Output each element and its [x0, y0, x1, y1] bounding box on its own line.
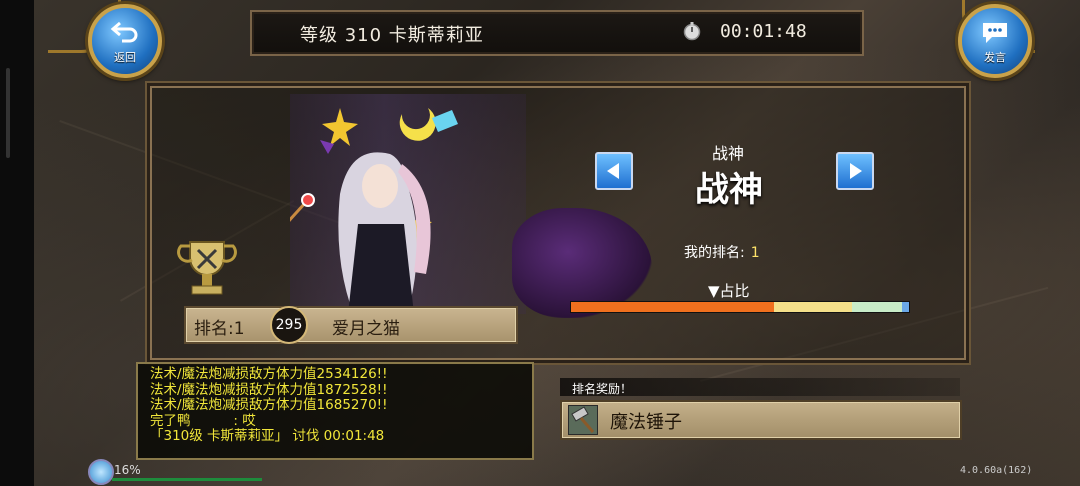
- trophy-icon: [177, 241, 237, 295]
- version-label: 4.0.60a(162): [960, 465, 1033, 476]
- player-name: 爱月之猫: [332, 319, 400, 339]
- rank-text: 排名:1: [194, 319, 245, 339]
- ratio-segment: [773, 302, 852, 312]
- arrow-left-icon: [607, 163, 619, 179]
- progress-bar: [112, 478, 262, 481]
- next-title-button[interactable]: [836, 152, 874, 190]
- screen-edge: [0, 0, 34, 486]
- ratio-segment: [851, 302, 903, 312]
- chat-line: 法术/魔法炮减损敌方体力值1872528!!: [150, 381, 388, 398]
- status-percent: 16%: [114, 463, 141, 477]
- my-rank-label: 我的排名:: [684, 245, 745, 261]
- battle-timer: 00:01:48: [720, 21, 807, 42]
- chat-line: 完了鸭 : 哎: [150, 412, 256, 429]
- player-rank-bar: 排名:1 295 爱月之猫: [184, 306, 518, 344]
- ratio-label: ▼占比: [708, 282, 750, 300]
- chat-line: 法术/魔法炮减损敌方体力值1685270!!: [150, 397, 388, 413]
- ranking-panel: 排名:1 295 爱月之猫 战神 战神 我的排名: 1 ▼占比: [150, 86, 966, 360]
- level-badge: 295: [270, 306, 308, 344]
- boss-level-title: 等级 310 卡斯蒂莉亚: [300, 25, 484, 46]
- previous-title-button[interactable]: [595, 152, 633, 190]
- character-portrait: [290, 94, 526, 314]
- battle-chat-log: 法术/魔法炮减损敌方体力值2534126!! 法术/魔法炮减损敌方体力值18725…: [136, 362, 534, 460]
- title-name: 战神: [695, 170, 763, 210]
- my-rank: 我的排名: 1: [684, 242, 760, 262]
- back-arrow-icon: [110, 21, 138, 43]
- reward-item[interactable]: 魔法锤子: [560, 400, 962, 440]
- back-button-label: 返回: [114, 51, 136, 64]
- chat-button-label: 发言: [984, 51, 1006, 64]
- network-status-icon: [88, 459, 114, 485]
- chat-line: 「310级 卡斯蒂莉亚」 讨伐 00:01:48: [150, 428, 385, 444]
- chat-button[interactable]: 发言: [958, 4, 1032, 78]
- title-caption: 战神: [712, 144, 745, 163]
- ratio-segment: [902, 302, 909, 312]
- ratio-segment: [571, 302, 774, 312]
- reward-item-name: 魔法锤子: [610, 412, 682, 433]
- reward-label: 排名奖励！: [572, 382, 633, 396]
- stopwatch-icon: [683, 22, 701, 41]
- arrow-right-icon: [850, 163, 862, 179]
- ratio-bar: [570, 301, 910, 313]
- level-title-bar: 等级 310 卡斯蒂莉亚 00:01:48: [250, 10, 864, 56]
- hammer-icon: [568, 405, 598, 435]
- chat-line: 法术/魔法炮减损敌方体力值2534126!!: [150, 366, 388, 382]
- character-illustration: [290, 108, 458, 314]
- my-rank-value: 1: [750, 245, 760, 261]
- back-button[interactable]: 返回: [88, 4, 162, 78]
- speech-bubble-icon: [983, 23, 1007, 43]
